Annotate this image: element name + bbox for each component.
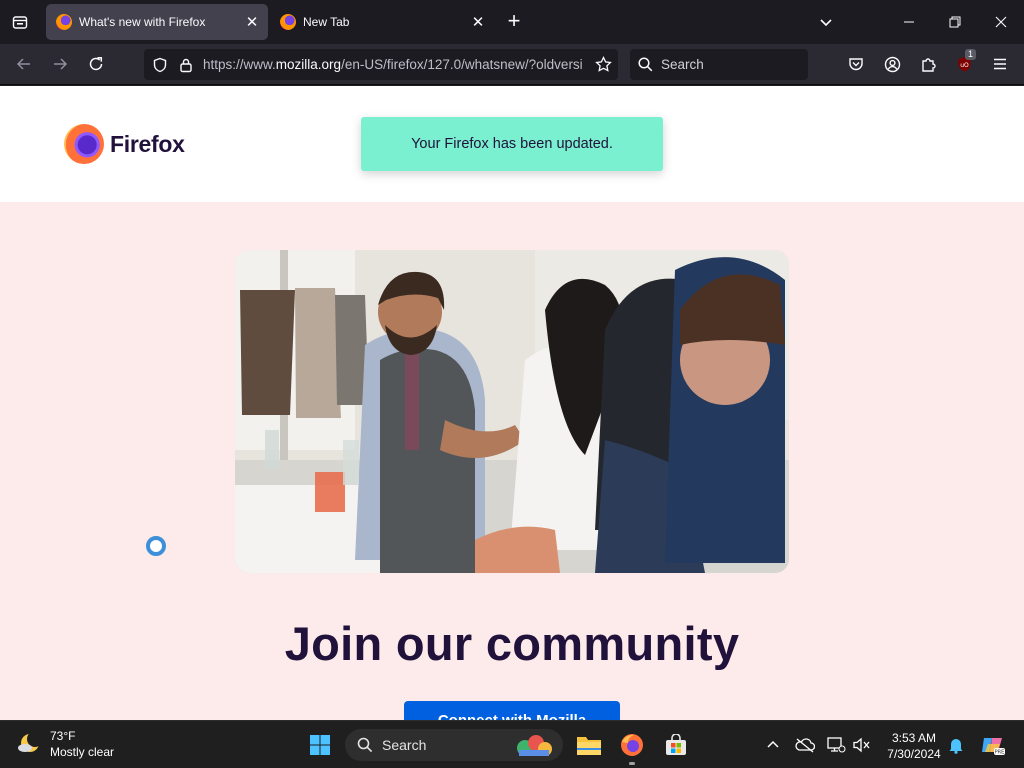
tracking-protection-shield-icon[interactable] xyxy=(149,54,171,76)
tab-strip: What's new with Firefox ✕ New Tab ✕ + xyxy=(0,0,1024,44)
weather-temperature: 73°F xyxy=(50,729,76,743)
list-all-tabs-button[interactable] xyxy=(814,10,838,34)
minimize-icon xyxy=(904,21,914,23)
svg-text:PRE: PRE xyxy=(995,750,1005,756)
firefox-favicon-icon xyxy=(56,14,72,30)
clock-date: 7/30/2024 xyxy=(887,747,941,761)
url-path: /en-US/firefox/127.0/whatsnew/?oldversi xyxy=(341,57,583,72)
cloud-offline-icon xyxy=(795,738,815,753)
account-button[interactable] xyxy=(879,51,905,77)
url-host: mozilla.org xyxy=(275,57,342,72)
forward-button[interactable] xyxy=(46,50,74,78)
search-icon xyxy=(357,737,373,753)
pocket-button[interactable] xyxy=(843,51,869,77)
chevron-down-icon xyxy=(820,19,832,27)
search-placeholder: Search xyxy=(661,57,704,72)
copilot-button[interactable]: PRE xyxy=(980,735,1006,756)
taskbar-search-label: Search xyxy=(382,737,427,753)
windows-taskbar: 73°F Mostly clear Search 3:53 AM 7/30/20… xyxy=(0,720,1024,768)
site-header: Firefox Your Firefox has been updated. xyxy=(0,86,1024,202)
network-monitor-icon xyxy=(827,737,846,753)
tab-title: What's new with Firefox xyxy=(79,15,206,29)
new-tab-button[interactable]: + xyxy=(502,10,526,34)
restore-button[interactable] xyxy=(941,8,969,36)
tab-title: New Tab xyxy=(303,15,350,29)
microsoft-store-button[interactable] xyxy=(660,729,692,761)
copilot-icon: PRE xyxy=(982,738,1005,756)
tab-whats-new[interactable]: What's new with Firefox ✕ xyxy=(46,4,268,40)
extension-badge: 1 xyxy=(965,49,977,60)
extensions-button[interactable] xyxy=(915,51,941,77)
forward-arrow-icon xyxy=(54,58,68,70)
close-tab-icon[interactable]: ✕ xyxy=(240,10,264,34)
url-prefix: https://www. xyxy=(203,57,276,72)
file-explorer-button[interactable] xyxy=(573,729,605,761)
reload-button[interactable] xyxy=(82,50,110,78)
volume-button[interactable] xyxy=(852,735,872,755)
close-icon xyxy=(995,16,1007,28)
close-window-button[interactable] xyxy=(987,8,1015,36)
community-heading: Join our community xyxy=(284,617,740,670)
moon-cloud-icon xyxy=(16,730,44,758)
firefox-icon xyxy=(621,734,643,756)
onedrive-button[interactable] xyxy=(795,735,815,755)
update-notice: Your Firefox has been updated. xyxy=(361,117,663,171)
bookmark-star-icon[interactable] xyxy=(592,54,614,76)
svg-text:uO: uO xyxy=(960,62,969,69)
search-icon xyxy=(638,57,653,72)
lock-icon[interactable] xyxy=(175,54,197,76)
weather-widget[interactable]: 73°F Mostly clear xyxy=(16,728,114,760)
system-clock[interactable]: 3:53 AM 7/30/2024 xyxy=(878,730,950,762)
app-menu-button[interactable] xyxy=(987,51,1013,77)
taskbar-search[interactable]: Search xyxy=(345,729,563,761)
hamburger-menu-icon xyxy=(994,58,1006,70)
store-bag-icon xyxy=(666,734,686,755)
weather-description: Mostly clear xyxy=(50,745,115,759)
back-arrow-icon xyxy=(16,58,30,70)
firefox-view-icon xyxy=(12,16,28,29)
search-bar[interactable]: Search xyxy=(630,49,808,80)
clock-time: 3:53 AM xyxy=(891,731,937,745)
close-tab-icon[interactable]: ✕ xyxy=(466,10,490,34)
search-highlight-icon xyxy=(517,735,552,756)
loading-cursor-icon xyxy=(146,536,166,556)
start-button[interactable] xyxy=(304,729,336,761)
minimize-button[interactable] xyxy=(895,8,923,36)
connect-with-mozilla-button[interactable]: Connect with Mozilla xyxy=(404,701,620,720)
account-icon xyxy=(884,56,900,72)
pocket-icon xyxy=(849,58,863,71)
web-content: Firefox Your Firefox has been updated. J… xyxy=(0,86,1024,720)
notifications-button[interactable] xyxy=(946,735,966,755)
navigation-toolbar: https://www.mozilla.org/en-US/firefox/12… xyxy=(0,44,1024,85)
logo-text: Firefox xyxy=(110,130,185,157)
people-meeting-illustration xyxy=(235,250,789,573)
back-button[interactable] xyxy=(10,50,38,78)
community-photo xyxy=(235,250,789,573)
network-button[interactable] xyxy=(826,735,846,755)
url-text[interactable]: https://www.mozilla.org/en-US/firefox/12… xyxy=(203,57,592,72)
folder-icon xyxy=(577,737,601,755)
bell-icon xyxy=(949,739,963,754)
reload-icon xyxy=(89,57,103,71)
restore-icon xyxy=(949,16,961,28)
ublock-origin-button[interactable]: uO 1 xyxy=(951,49,977,77)
url-bar[interactable]: https://www.mozilla.org/en-US/firefox/12… xyxy=(144,49,618,80)
firefox-logo[interactable]: Firefox xyxy=(64,124,185,164)
puzzle-piece-icon xyxy=(921,57,936,72)
running-indicator xyxy=(629,762,635,765)
speaker-muted-icon xyxy=(853,737,870,753)
firefox-logo-icon xyxy=(64,124,104,164)
windows-logo-icon xyxy=(310,735,330,755)
firefox-taskbar-button[interactable] xyxy=(616,729,648,765)
update-notice-text: Your Firefox has been updated. xyxy=(411,136,613,152)
firefox-favicon-icon xyxy=(280,14,296,30)
community-section: Join our community Connect with Mozilla xyxy=(0,202,1024,720)
show-hidden-icons-button[interactable] xyxy=(763,735,783,755)
tab-new-tab[interactable]: New Tab ✕ xyxy=(270,4,494,40)
chevron-up-icon xyxy=(767,740,779,748)
firefox-view-button[interactable] xyxy=(6,9,34,35)
